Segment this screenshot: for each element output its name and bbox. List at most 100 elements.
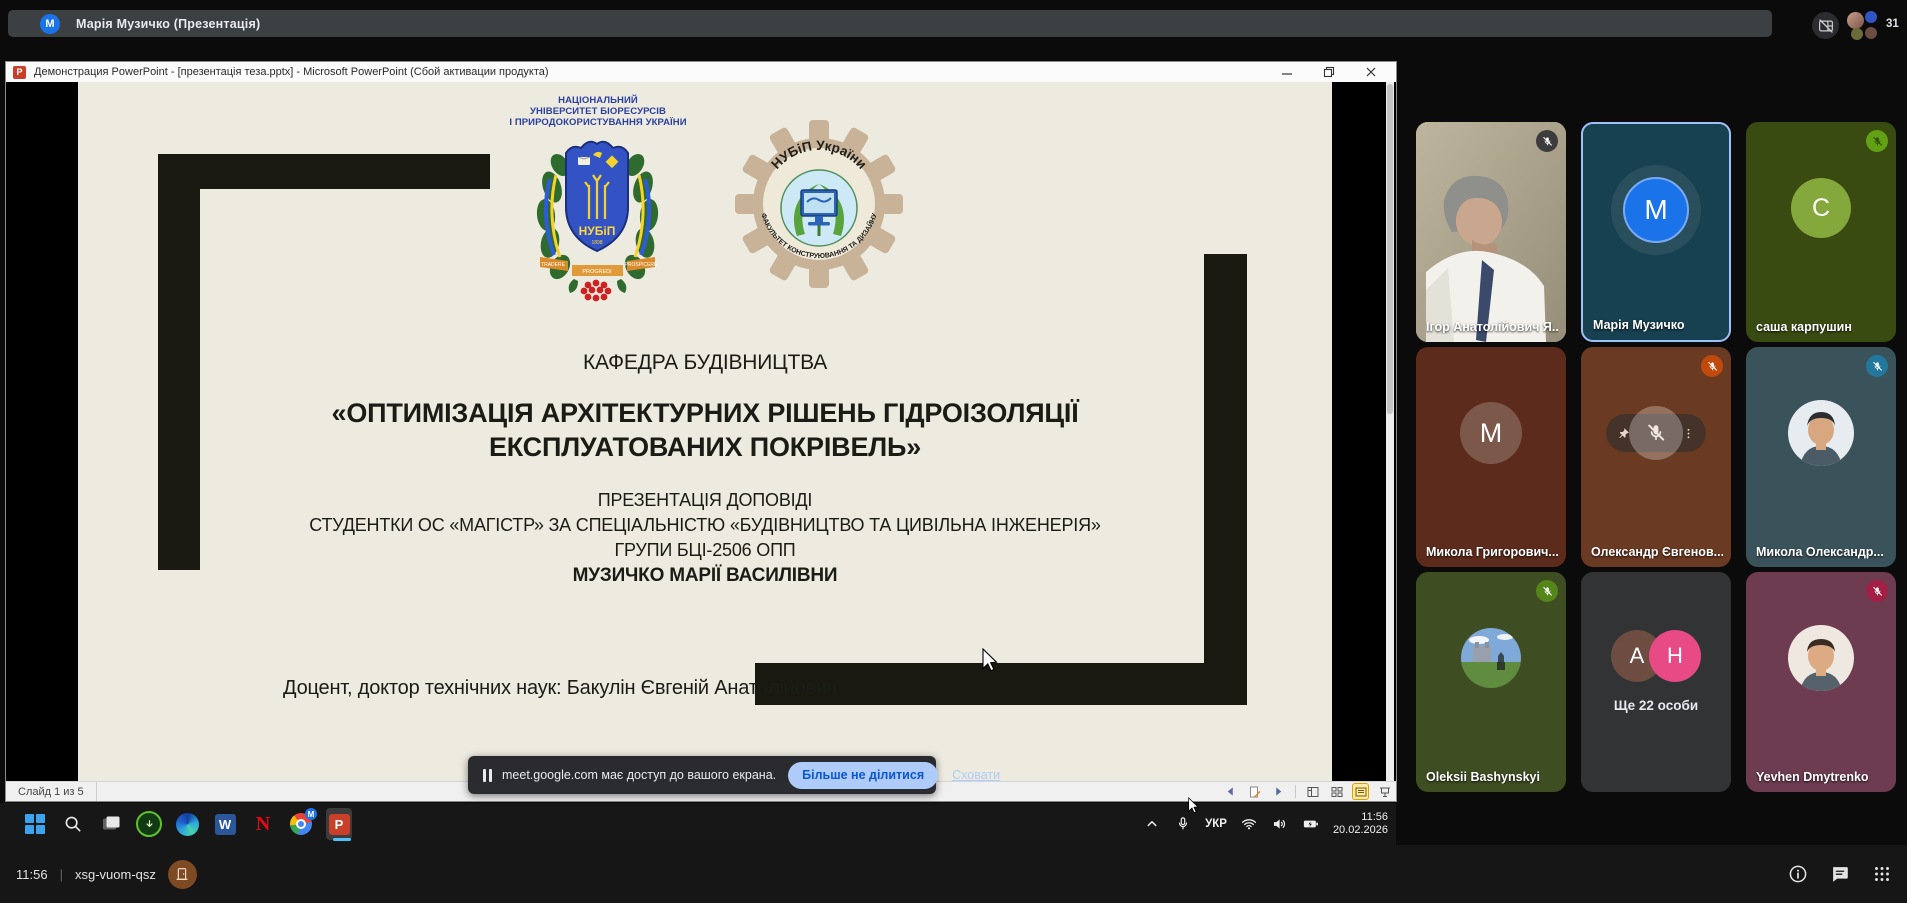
- tile-mute-indicator[interactable]: [1629, 406, 1683, 460]
- wifi-icon[interactable]: [1240, 815, 1258, 833]
- chrome-profile-badge: M: [305, 808, 317, 820]
- powerpoint-window: P Демонстрация PowerPoint - [презентація…: [5, 61, 1397, 802]
- powerpoint-slide-area: НАЦІОНАЛЬНИЙ УНІВЕРСИТЕТ БІОРЕСУРСІВ І П…: [6, 82, 1396, 782]
- taskbar-netflix-button[interactable]: N: [250, 811, 276, 837]
- svg-text:PROSPICERE: PROSPICERE: [625, 262, 658, 268]
- slide-sorter-view-button[interactable]: [1329, 784, 1344, 799]
- reading-view-icon: [1355, 787, 1366, 796]
- svg-text:1898: 1898: [591, 240, 602, 246]
- participant-tile[interactable]: Oleksii Bashynskyi: [1416, 572, 1566, 792]
- powerpoint-icon: P: [328, 813, 350, 835]
- more-participants-label: Ще 22 особи: [1613, 698, 1699, 713]
- battery-icon[interactable]: [1302, 815, 1320, 833]
- task-view-button[interactable]: [98, 811, 124, 837]
- language-indicator[interactable]: УКР: [1205, 818, 1227, 830]
- meeting-details-icon[interactable]: [1787, 863, 1809, 885]
- slide-decoration-bar: [1204, 254, 1247, 705]
- active-app-indicator: [333, 838, 351, 841]
- taskbar-powerpoint-button[interactable]: P: [326, 808, 352, 841]
- faculty-gear-logo: НУБіП України ФАКУЛЬТЕТ КОНСТРУЮВАННЯ ТА…: [735, 120, 903, 288]
- word-icon: W: [214, 813, 236, 835]
- participant-tile-speaking[interactable]: M Марія Музичко: [1581, 122, 1731, 342]
- next-arrow-icon: [1276, 787, 1282, 796]
- overflow-participants-tile[interactable]: A H Ще 22 особи: [1581, 572, 1731, 792]
- participants-avatar-stack[interactable]: [1845, 11, 1885, 40]
- participant-name: Марія Музичко: [1593, 318, 1685, 332]
- taskbar-chrome-button[interactable]: M: [288, 808, 317, 837]
- participant-avatar: M: [1623, 177, 1689, 243]
- driver-app-icon: [136, 811, 162, 837]
- meeting-time: 11:56: [16, 866, 48, 882]
- participant-tile[interactable]: Ігор Анатолійович Я...: [1416, 122, 1566, 342]
- edge-icon: [175, 812, 199, 836]
- meeting-code: xsg-vuom-qsz: [74, 866, 156, 882]
- taskbar-driver-app-button[interactable]: [136, 811, 162, 837]
- activities-icon[interactable]: [1871, 863, 1893, 885]
- presenter-avatar: М: [40, 13, 60, 34]
- meet-control-bar: 11:56 | xsg-vuom-qsz: [0, 845, 1907, 903]
- participant-tile[interactable]: Yevhen Dmytrenko: [1746, 572, 1896, 792]
- participant-tile[interactable]: M Микола Григорович...: [1416, 347, 1566, 567]
- volume-icon[interactable]: [1271, 815, 1289, 833]
- chat-icon[interactable]: [1829, 863, 1851, 885]
- stop-sharing-button[interactable]: Більше не ділитися: [788, 761, 939, 789]
- taskbar-clock[interactable]: 11:56 20.02.2026: [1333, 811, 1388, 837]
- pen-menu-button[interactable]: [1247, 784, 1262, 799]
- minimize-button[interactable]: [1280, 65, 1294, 79]
- participant-avatar: [1851, 28, 1863, 40]
- mic-off-icon: [1872, 586, 1882, 596]
- normal-view-icon: [1307, 786, 1318, 797]
- university-emblem: НУБіП 1898 TRADERE PROGREDI PROSPICERE: [536, 140, 659, 302]
- mic-off-icon: [1542, 136, 1552, 146]
- powerpoint-titlebar[interactable]: P Демонстрация PowerPoint - [презентація…: [6, 62, 1396, 83]
- change-layout-button[interactable]: [1812, 12, 1839, 39]
- tile-more-options-icon[interactable]: [1681, 426, 1696, 441]
- svg-text:PROGREDI: PROGREDI: [582, 269, 612, 275]
- taskbar-search-button[interactable]: [60, 811, 86, 837]
- previous-slide-button[interactable]: [1223, 784, 1238, 799]
- tray-chevron-up-icon[interactable]: [1143, 815, 1161, 833]
- windows-taskbar: W N M P УКР 11:56 20.02.2026: [0, 803, 1396, 845]
- participant-name: Oleksii Bashynskyi: [1426, 770, 1540, 784]
- task-view-icon: [103, 816, 120, 830]
- mic-off-icon: [1542, 586, 1552, 596]
- participant-avatar: С: [1791, 178, 1851, 238]
- powerpoint-app-icon: P: [13, 65, 26, 79]
- slide-sorter-icon: [1331, 786, 1342, 797]
- meeting-room-button[interactable]: [167, 859, 197, 889]
- participant-name: Микола Григорович...: [1426, 545, 1558, 559]
- presentation-banner: М Марія Музичко (Презентація): [8, 10, 1772, 37]
- mic-muted-badge: [1866, 580, 1888, 602]
- taskbar-edge-button[interactable]: [174, 811, 200, 837]
- mic-off-icon: [1648, 424, 1665, 441]
- close-button[interactable]: [1364, 65, 1378, 79]
- netflix-icon: N: [255, 812, 271, 835]
- participant-photo: [1788, 625, 1854, 691]
- participant-tile[interactable]: Микола Олександр...: [1746, 347, 1896, 567]
- mic-off-icon: [1872, 136, 1882, 146]
- participant-tile-hovered[interactable]: Олександр Євгенов...: [1581, 347, 1731, 567]
- slide-title: «ОПТИМІЗАЦІЯ АРХІТЕКТУРНИХ РІШЕНЬ ГІДРОІ…: [331, 398, 1079, 462]
- start-button[interactable]: [22, 811, 48, 837]
- window-title: Демонстрация PowerPoint - [презентація т…: [34, 66, 549, 78]
- slide-advisor: Доцент, доктор технічних наук: Бакулін Є…: [283, 677, 838, 699]
- participant-tile[interactable]: С саша карпушин: [1746, 122, 1896, 342]
- tray-microphone-icon[interactable]: [1174, 815, 1192, 833]
- slide-canvas[interactable]: НАЦІОНАЛЬНИЙ УНІВЕРСИТЕТ БІОРЕСУРСІВ І П…: [78, 82, 1332, 782]
- taskbar-word-button[interactable]: W: [212, 811, 238, 837]
- hide-notification-link[interactable]: Сховати: [952, 768, 1000, 782]
- slide-scrollbar[interactable]: [1386, 82, 1394, 782]
- participant-avatar: M: [1460, 402, 1522, 464]
- mouse-cursor: [982, 648, 998, 671]
- restore-button[interactable]: [1322, 65, 1336, 79]
- slide-decoration-bar: [158, 154, 490, 189]
- next-slide-button[interactable]: [1271, 784, 1286, 799]
- mic-off-icon: [1872, 361, 1882, 371]
- participant-name: Yevhen Dmytrenko: [1756, 770, 1869, 784]
- slideshow-view-button[interactable]: [1377, 784, 1392, 799]
- reading-view-button[interactable]: [1352, 783, 1369, 800]
- pen-icon: [1249, 786, 1260, 797]
- normal-view-button[interactable]: [1305, 784, 1320, 799]
- pause-sharing-icon[interactable]: [483, 768, 492, 782]
- participant-photo: [1788, 400, 1854, 466]
